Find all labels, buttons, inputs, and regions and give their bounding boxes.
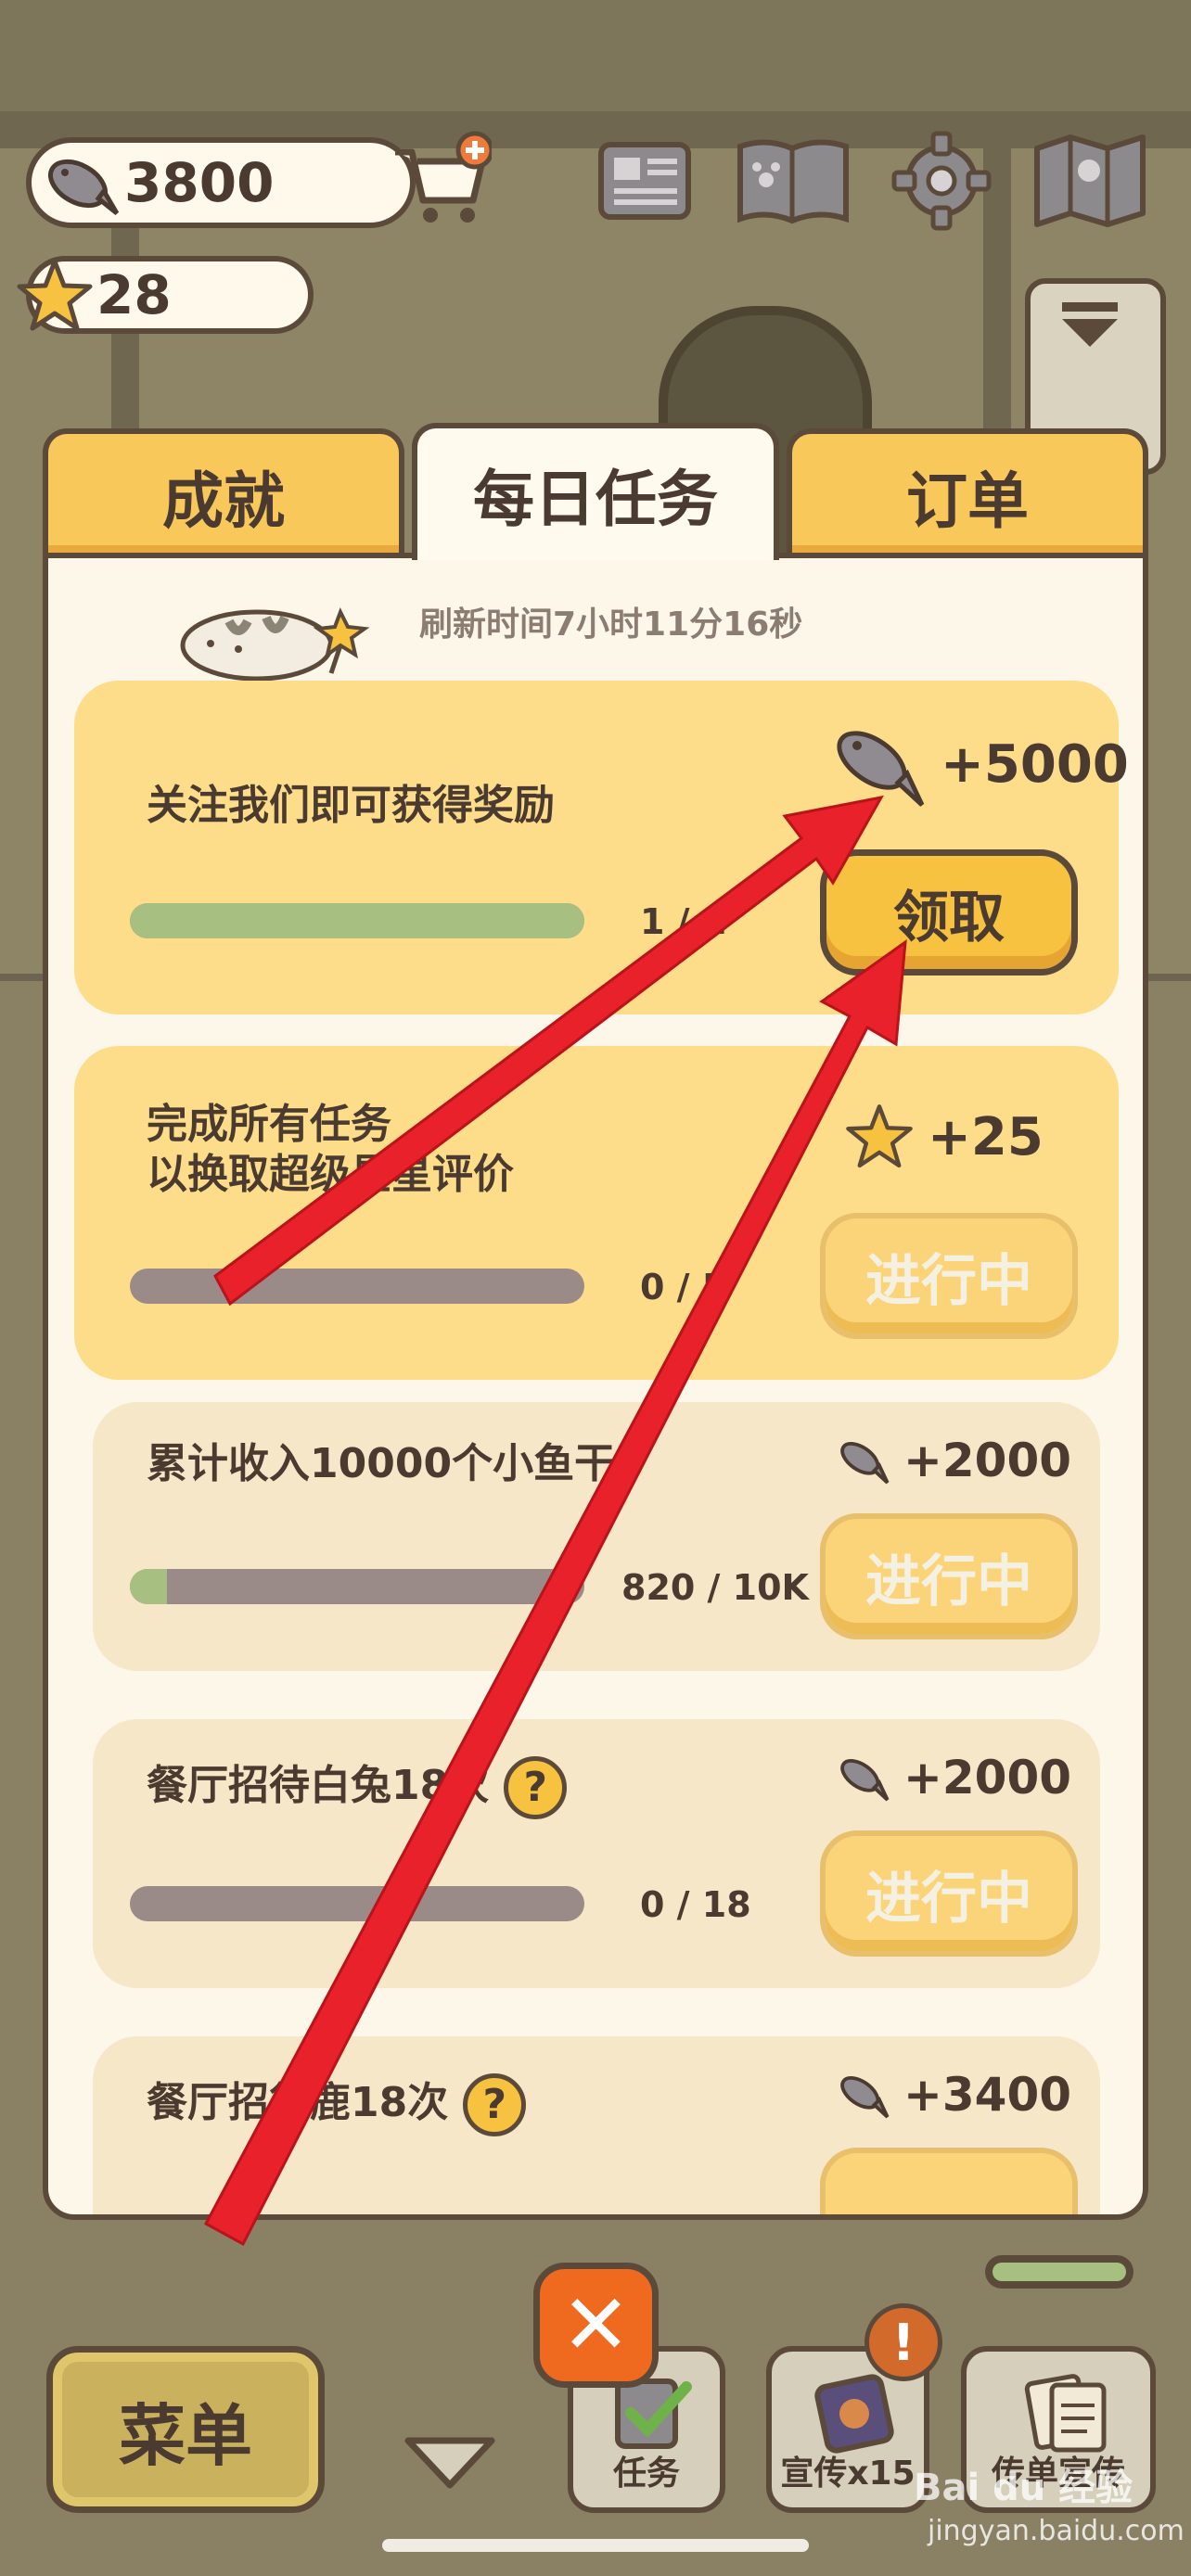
fish-icon xyxy=(48,159,120,215)
task-title-text: 餐厅招待白兔18次 xyxy=(147,1762,490,1809)
fish-icon xyxy=(840,1441,890,1485)
task-title: 餐厅招待白兔18次? xyxy=(147,1756,568,1819)
poster-icon xyxy=(814,2374,894,2454)
tab-label: 成就 xyxy=(162,465,285,537)
task-title: 完成所有任务 以换取超级星星评价 xyxy=(147,1100,514,1200)
dock-task-label: 任务 xyxy=(612,2455,680,2493)
help-icon[interactable]: ? xyxy=(504,1756,568,1819)
fish-currency-counter: 3800 xyxy=(26,137,416,228)
progress-bar xyxy=(130,1569,584,1604)
fish-icon xyxy=(840,2075,890,2119)
in-progress-label: 进行中 xyxy=(865,1248,1032,1314)
reward-amount: +5000 xyxy=(941,733,1129,795)
notification-badge-text: ! xyxy=(891,2313,916,2372)
progress-fill xyxy=(130,903,584,938)
flyer-timer-fill xyxy=(992,2263,1126,2281)
task-reward: +2000 xyxy=(835,1751,1071,1804)
refresh-timer: 刷新时间7小时11分16秒 xyxy=(419,606,803,644)
progress-bar xyxy=(130,903,584,938)
task-title: 累计收入10000个小鱼干 xyxy=(147,1440,616,1487)
task-title-text: 餐厅招待鹿18次 xyxy=(147,2079,449,2126)
reward-amount: +2000 xyxy=(903,1434,1072,1487)
flyer-timer-bar xyxy=(985,2255,1133,2289)
reward-amount: +2000 xyxy=(903,1751,1072,1804)
chevron-down-icon[interactable] xyxy=(399,2429,501,2494)
task-list[interactable]: 刷新时间7小时11分16秒 关注我们即可获得奖励 1 / 1 +5000 领取 xyxy=(43,553,1148,2220)
fish-icon xyxy=(837,731,925,807)
fish-icon xyxy=(840,1758,890,1802)
task-reward: +2000 xyxy=(835,1434,1071,1487)
task-title-line1: 完成所有任务 xyxy=(147,1101,391,1148)
star-counter: 28 xyxy=(17,256,314,334)
task-reward: +5000 xyxy=(826,718,1129,810)
task-reward: +25 xyxy=(844,1102,1044,1172)
tab-label: 订单 xyxy=(906,465,1029,537)
star-icon xyxy=(17,259,93,331)
progress-bar xyxy=(130,1269,584,1304)
in-progress-button[interactable]: 进行中 xyxy=(820,1830,1078,1957)
help-icon[interactable]: ? xyxy=(463,2073,527,2136)
task-title-line2: 以换取超级星星评价 xyxy=(147,1151,514,1198)
task-card: 完成所有任务 以换取超级星星评价 0 / 5 +25 进行中 xyxy=(74,1046,1119,1380)
task-panel: 成就 每日任务 订单 刷新时间7小时11分16秒 关注我们即可获得奖励 1 / … xyxy=(43,423,1148,2220)
progress-text: 820 / 10K xyxy=(621,1567,809,1608)
down-arrow-icon xyxy=(1062,302,1118,347)
gear-icon[interactable] xyxy=(890,130,992,232)
in-progress-button[interactable]: 进行中 xyxy=(820,1513,1078,1639)
progress-fill xyxy=(130,1569,168,1604)
task-card: 关注我们即可获得奖励 1 / 1 +5000 领取 xyxy=(74,681,1129,1014)
menu-button[interactable]: 菜单 xyxy=(46,2346,325,2513)
newspaper-icon[interactable] xyxy=(594,130,696,232)
notification-badge: ! xyxy=(864,2303,942,2381)
tab-achievements[interactable]: 成就 xyxy=(43,428,404,558)
star-icon xyxy=(846,1104,913,1168)
reward-amount: +25 xyxy=(928,1106,1044,1167)
tab-daily-tasks[interactable]: 每日任务 xyxy=(412,423,779,560)
in-progress-button[interactable]: 进行中 xyxy=(820,1213,1078,1339)
in-progress-label: 进行中 xyxy=(865,1549,1032,1614)
star-count: 28 xyxy=(96,263,172,326)
dock-promo-label: 宣传x15 xyxy=(780,2455,916,2493)
in-progress-button[interactable] xyxy=(820,2148,1078,2214)
map-icon[interactable] xyxy=(1030,130,1150,232)
cat-book-icon[interactable] xyxy=(733,130,853,232)
claim-button-label: 领取 xyxy=(893,885,1005,950)
progress-text: 0 / 18 xyxy=(640,1884,751,1925)
tab-label: 每日任务 xyxy=(473,464,718,535)
task-card: 餐厅招待鹿18次? +3400 xyxy=(93,2036,1100,2214)
watermark-url: jingyan.baidu.com xyxy=(928,2515,1185,2547)
flyer-icon xyxy=(1024,2374,1107,2453)
reward-amount: +3400 xyxy=(903,2068,1072,2122)
fish-count: 3800 xyxy=(124,151,275,214)
task-title: 餐厅招待鹿18次? xyxy=(147,2073,527,2136)
watermark-brand: Bai du 经验 xyxy=(914,2467,1133,2509)
task-reward: +3400 xyxy=(835,2068,1071,2122)
close-button[interactable]: ✕ xyxy=(533,2263,659,2388)
progress-text: 1 / 1 xyxy=(640,901,727,942)
tab-orders[interactable]: 订单 xyxy=(787,428,1148,558)
claim-button[interactable]: 领取 xyxy=(820,849,1078,976)
shop-cart-icon[interactable] xyxy=(390,130,492,232)
close-icon: ✕ xyxy=(560,2276,632,2374)
task-title: 关注我们即可获得奖励 xyxy=(147,782,555,829)
progress-bar xyxy=(130,1886,584,1921)
menu-button-label: 菜单 xyxy=(118,2396,252,2475)
task-card: 餐厅招待白兔18次? 0 / 18 +2000 进行中 xyxy=(93,1719,1100,1988)
home-indicator[interactable] xyxy=(382,2539,809,2552)
task-card: 累计收入10000个小鱼干 820 / 10K +2000 进行中 xyxy=(93,1402,1100,1671)
cat-mascot-icon xyxy=(180,607,370,682)
progress-text: 0 / 5 xyxy=(640,1267,727,1307)
in-progress-label: 进行中 xyxy=(865,1866,1032,1932)
